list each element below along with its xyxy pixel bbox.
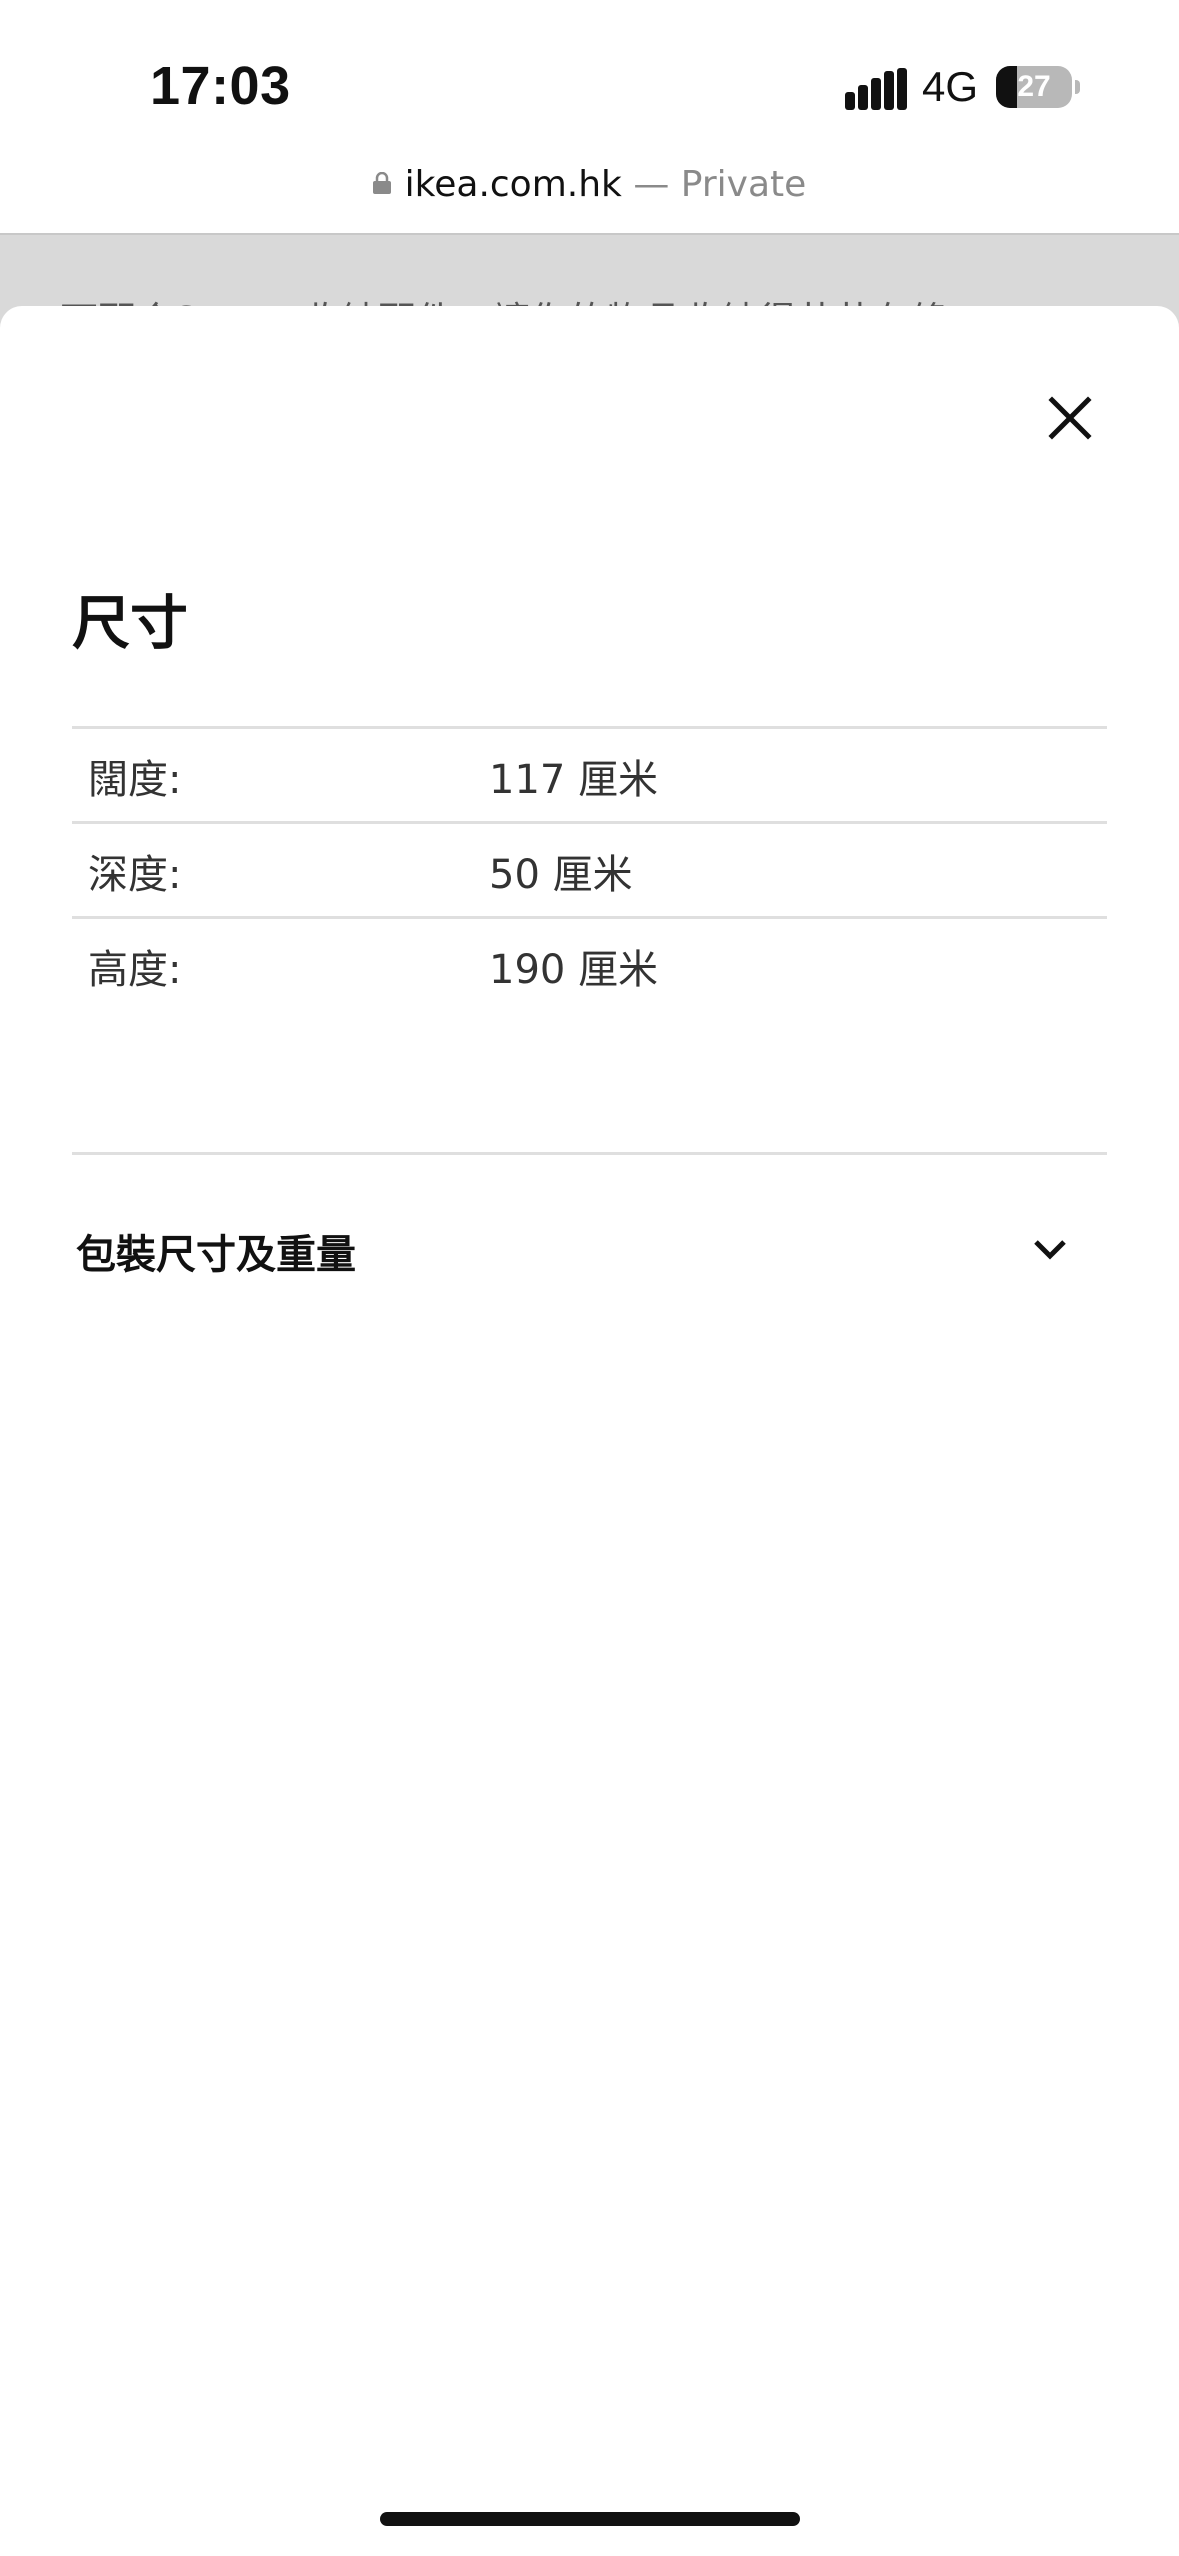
dimension-value: 190 厘米 [489, 947, 659, 993]
status-time: 17:03 [150, 56, 291, 116]
url-bar[interactable]: ikea.com.hk — Private [0, 160, 1179, 234]
dimension-row-height: 高度: 190 厘米 [72, 916, 1107, 1011]
close-button[interactable] [1034, 382, 1106, 454]
url-domain: ikea.com.hk [404, 164, 622, 205]
dimension-value: 117 厘米 [489, 757, 659, 803]
section-divider [72, 1152, 1107, 1155]
sheet-title: 尺寸 [72, 589, 189, 657]
dimension-row-depth: 深度: 50 厘米 [72, 821, 1107, 916]
dimension-label: 闊度: [88, 757, 182, 803]
close-icon [1048, 396, 1092, 440]
battery-level: 27 [1017, 70, 1051, 103]
battery-icon: 27 [996, 66, 1080, 108]
status-bar: 17:03 4G 27 [0, 0, 1179, 160]
private-mode-label: Private [680, 164, 807, 205]
chevron-down-icon [1034, 1240, 1066, 1260]
dimension-label: 深度: [88, 852, 182, 898]
home-indicator [380, 2512, 800, 2526]
accordion-label: 包裝尺寸及重量 [76, 1232, 356, 1278]
url-separator: — [633, 164, 670, 205]
cellular-signal-icon [845, 68, 907, 110]
dimensions-table: 闊度: 117 厘米 深度: 50 厘米 高度: 190 厘米 [72, 726, 1107, 1011]
dimension-row-width: 闊度: 117 厘米 [72, 726, 1107, 821]
dimension-label: 高度: [88, 947, 182, 993]
dimension-value: 50 厘米 [489, 852, 633, 898]
lock-icon [372, 172, 391, 194]
dimensions-sheet: 尺寸 闊度: 117 厘米 深度: 50 厘米 高度: 190 厘米 包裝尺寸及… [0, 306, 1179, 2556]
package-dimensions-accordion[interactable]: 包裝尺寸及重量 [72, 1194, 1107, 1304]
network-type: 4G [922, 63, 979, 110]
